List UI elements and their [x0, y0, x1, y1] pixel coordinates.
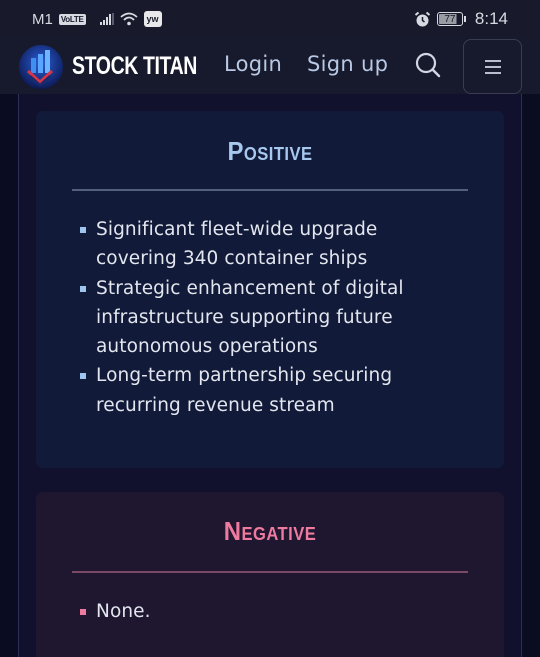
negative-divider — [72, 571, 468, 573]
search-icon[interactable] — [414, 51, 442, 79]
status-bar: M1 VoLTE yw 77 8:14 — [0, 0, 540, 38]
battery-icon: 77 — [436, 12, 466, 26]
clock: 8:14 — [474, 9, 508, 28]
positive-card: Positive Significant fleet-wide upgrade … — [36, 111, 504, 468]
app-notification-icon: yw — [143, 11, 162, 27]
bullet-square-icon — [80, 373, 86, 380]
list-item: Significant fleet-wide upgrade covering … — [80, 215, 460, 274]
wifi-icon — [119, 12, 138, 26]
login-link[interactable]: Login — [224, 52, 282, 76]
signal-icon — [99, 13, 114, 25]
bullet-square-icon — [80, 609, 86, 615]
bullet-square-icon — [80, 285, 86, 292]
volte-icon: VoLTE — [58, 13, 86, 25]
bullet-square-icon — [80, 227, 86, 233]
positive-divider — [72, 189, 468, 191]
status-left: M1 VoLTE yw — [32, 11, 162, 28]
menu-button[interactable] — [463, 39, 522, 94]
list-item: Long-term partnership securing recurring… — [80, 361, 460, 420]
negative-card: Negative None. — [36, 492, 504, 657]
list-item: None. — [80, 597, 460, 626]
signup-link[interactable]: Sign up — [307, 52, 388, 76]
positive-list: Significant fleet-wide upgrade covering … — [80, 215, 460, 420]
positive-title: Positive — [227, 136, 313, 166]
stock-titan-logo-icon[interactable] — [18, 44, 64, 90]
alarm-icon — [414, 11, 431, 26]
hamburger-menu-icon — [484, 59, 501, 74]
brand-name[interactable]: STOCK TITAN — [72, 52, 197, 81]
negative-title: Negative — [223, 516, 317, 546]
carrier-label: M1 — [32, 10, 53, 28]
status-right: 77 8:14 — [414, 9, 508, 29]
top-navbar: STOCK TITAN Login Sign up — [0, 38, 540, 94]
list-item: Strategic enhancement of digital infrast… — [80, 274, 460, 362]
negative-list: None. — [80, 597, 460, 626]
